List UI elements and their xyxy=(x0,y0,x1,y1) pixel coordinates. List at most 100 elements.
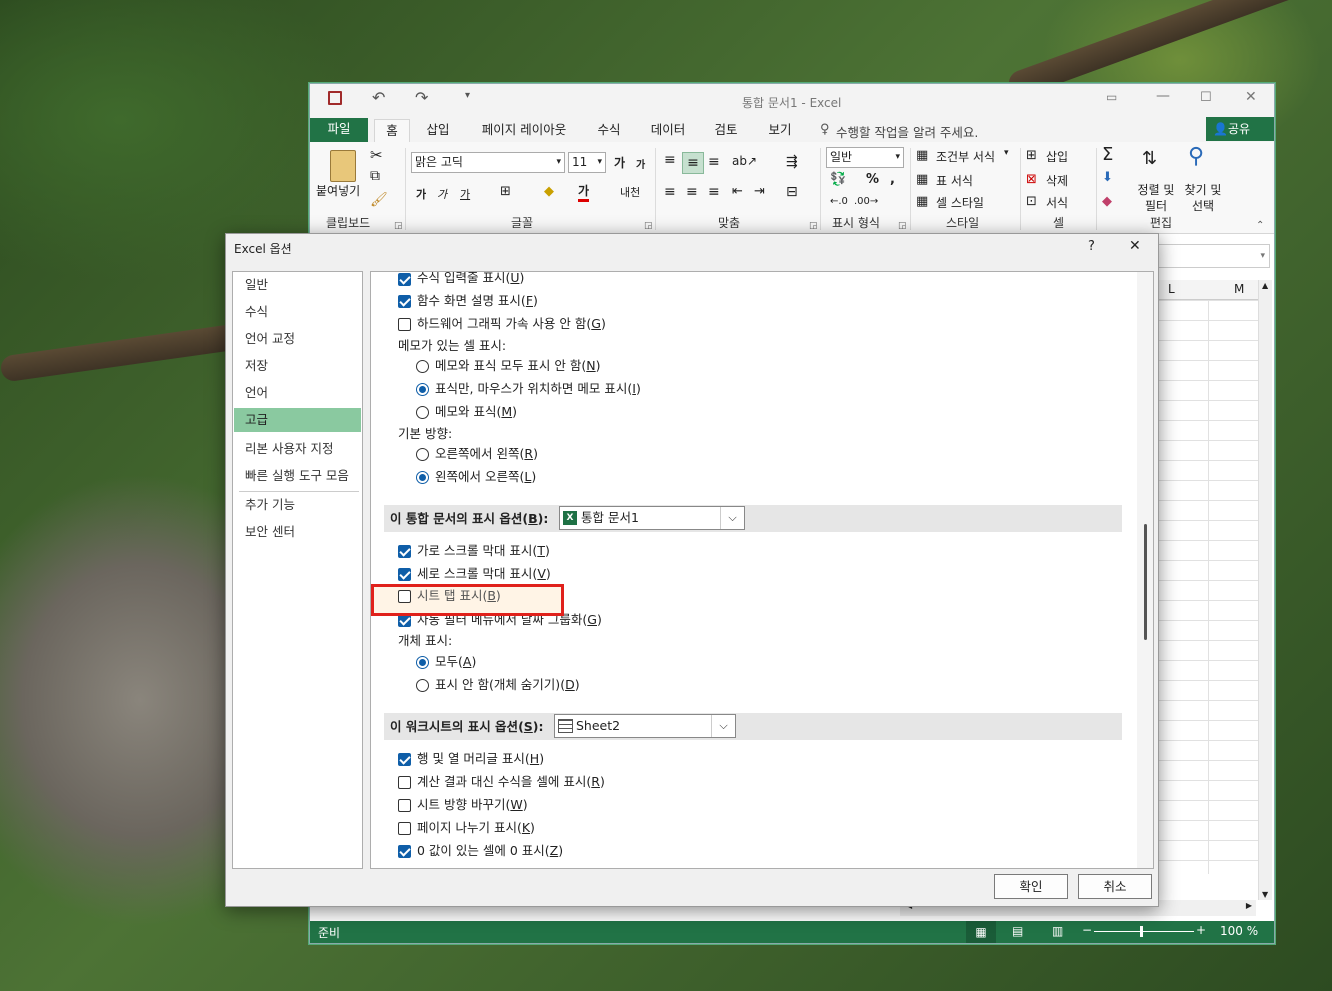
copy-icon[interactable]: ⧉ xyxy=(370,168,380,184)
maximize-icon[interactable]: ☐ xyxy=(1200,90,1212,105)
format-cells-icon[interactable]: ⊡ xyxy=(1026,194,1037,209)
tab-home[interactable]: 홈 xyxy=(374,119,410,142)
zoom-in-icon[interactable]: + xyxy=(1196,923,1206,937)
tell-me-box[interactable]: 수행할 작업을 알려 주세요. xyxy=(836,122,978,141)
column-header-m[interactable]: M xyxy=(1234,282,1244,296)
zoom-out-icon[interactable]: − xyxy=(1082,923,1092,937)
ok-button[interactable]: 확인 xyxy=(994,874,1068,899)
save-icon[interactable] xyxy=(328,91,342,105)
align-bottom-icon[interactable]: ≡ xyxy=(708,154,720,170)
ribbon-display-icon[interactable]: ▭ xyxy=(1106,90,1117,104)
search-icon[interactable]: ⚲ xyxy=(1188,144,1204,169)
normal-view-icon[interactable]: ▦ xyxy=(966,921,996,943)
underline-icon[interactable]: 가 xyxy=(460,186,470,202)
formula-bar-expand[interactable]: ▾ xyxy=(1158,244,1270,268)
radio-left-to-right[interactable] xyxy=(416,471,429,484)
scroll-down-icon[interactable]: ▼ xyxy=(1262,890,1268,899)
dialog-launcher-icon[interactable]: ◲ xyxy=(809,221,818,231)
radio-objects-all[interactable] xyxy=(416,656,429,669)
align-top-icon[interactable]: ≡ xyxy=(664,152,676,168)
radio-comments-and-indicators[interactable] xyxy=(416,406,429,419)
grow-font-icon[interactable]: 가 xyxy=(614,154,625,171)
autosum-icon[interactable]: Σ xyxy=(1102,144,1113,165)
checkbox-function-tips[interactable] xyxy=(398,295,411,308)
scroll-right-icon[interactable]: ▶ xyxy=(1246,901,1252,910)
cell-style-button[interactable]: 셀 스타일 xyxy=(936,194,984,211)
checkbox-page-breaks[interactable] xyxy=(398,822,411,835)
tab-formulas[interactable]: 수식 xyxy=(590,119,628,142)
decrease-indent-icon[interactable]: ⇤ xyxy=(732,184,743,199)
nav-item-general[interactable]: 일반 xyxy=(234,273,361,297)
nav-item-trust-center[interactable]: 보안 센터 xyxy=(234,520,361,544)
align-middle-icon[interactable]: ≡ xyxy=(682,152,704,174)
shrink-font-icon[interactable]: 가 xyxy=(636,156,645,171)
dialog-launcher-icon[interactable]: ◲ xyxy=(644,221,653,231)
scrollbar-thumb[interactable] xyxy=(1144,524,1147,640)
dialog-launcher-icon[interactable]: ◲ xyxy=(394,221,403,231)
nav-item-quick-access[interactable]: 빠른 실행 도구 모음 xyxy=(234,464,361,488)
font-name-select[interactable]: 맑은 고딕 ▾ xyxy=(411,152,565,173)
decrease-decimal-icon[interactable]: .00→ xyxy=(854,196,878,207)
increase-decimal-icon[interactable]: ←.0 xyxy=(830,196,848,207)
font-size-select[interactable]: 11 ▾ xyxy=(568,152,606,173)
bold-icon[interactable]: 가 xyxy=(416,186,426,202)
number-format-select[interactable]: 일반 ▾ xyxy=(826,147,904,168)
paste-button[interactable]: 붙여넣기 xyxy=(316,182,360,199)
nav-item-add-ins[interactable]: 추가 기능 xyxy=(234,493,361,517)
undo-icon[interactable]: ↶ xyxy=(372,88,385,107)
column-header-l[interactable]: L xyxy=(1168,282,1175,296)
tab-insert[interactable]: 삽입 xyxy=(418,119,458,142)
vertical-scrollbar[interactable]: ▲ ▼ xyxy=(1258,280,1272,900)
tab-review[interactable]: 검토 xyxy=(706,119,746,142)
sort-filter-button[interactable]: 정렬 및 필터 xyxy=(1136,182,1176,214)
worksheet-select[interactable]: Sheet2 ⌵ xyxy=(554,714,736,738)
zoom-slider-thumb[interactable] xyxy=(1140,926,1143,937)
minimize-icon[interactable]: — xyxy=(1156,88,1170,104)
tab-view[interactable]: 보기 xyxy=(760,119,800,142)
cancel-button[interactable]: 취소 xyxy=(1078,874,1152,899)
cell-style-icon[interactable]: ▦ xyxy=(916,194,928,209)
radio-no-comments[interactable] xyxy=(416,360,429,373)
align-left-icon[interactable]: ≡ xyxy=(664,184,676,200)
conditional-format-button[interactable]: 조건부 서식 xyxy=(936,148,995,165)
checkbox-show-zeros[interactable] xyxy=(398,845,411,858)
checkbox-formula-bar[interactable] xyxy=(398,273,411,286)
checkbox-sheet-tabs[interactable] xyxy=(398,590,411,603)
radio-objects-none[interactable] xyxy=(416,679,429,692)
cut-icon[interactable]: ✂ xyxy=(370,146,383,164)
merge-icon[interactable]: ⊟ xyxy=(786,184,798,200)
tab-page-layout[interactable]: 페이지 레이아웃 xyxy=(470,119,578,142)
tab-data[interactable]: 데이터 xyxy=(644,119,692,142)
checkbox-horizontal-scrollbar[interactable] xyxy=(398,545,411,558)
conditional-format-icon[interactable]: ▦ xyxy=(916,148,928,163)
font-color-icon[interactable]: 가 xyxy=(578,182,590,202)
scroll-up-icon[interactable]: ▲ xyxy=(1262,281,1268,290)
table-format-button[interactable]: 표 서식 xyxy=(936,172,973,189)
checkbox-sheet-right-to-left[interactable] xyxy=(398,799,411,812)
nav-item-advanced[interactable]: 고급 xyxy=(234,408,361,432)
checkbox-show-formulas[interactable] xyxy=(398,776,411,789)
nav-item-save[interactable]: 저장 xyxy=(234,354,361,378)
phonetic-icon[interactable]: 내천 xyxy=(620,184,640,200)
comma-icon[interactable]: , xyxy=(890,172,895,187)
insert-cells-button[interactable]: 삽입 xyxy=(1046,148,1068,165)
zoom-slider[interactable] xyxy=(1094,931,1194,932)
page-break-view-icon[interactable]: ▥ xyxy=(1052,924,1063,938)
nav-item-customize-ribbon[interactable]: 리본 사용자 지정 xyxy=(234,437,361,461)
radio-indicators-only[interactable] xyxy=(416,383,429,396)
wrap-text-icon[interactable]: ⇶ xyxy=(786,154,798,170)
checkbox-hardware-accel[interactable] xyxy=(398,318,411,331)
page-layout-view-icon[interactable]: ▤ xyxy=(1012,924,1023,938)
clear-icon[interactable]: ◆ xyxy=(1102,194,1112,209)
find-select-button[interactable]: 찾기 및 선택 xyxy=(1180,182,1226,214)
table-format-icon[interactable]: ▦ xyxy=(916,172,928,187)
redo-icon[interactable]: ↷ xyxy=(415,88,428,107)
delete-cells-button[interactable]: 삭제 xyxy=(1046,172,1068,189)
workbook-select[interactable]: X 통합 문서1 ⌵ xyxy=(559,506,745,530)
collapse-ribbon-icon[interactable]: ⌃ xyxy=(1256,220,1264,231)
share-button[interactable]: 👤 공유 xyxy=(1206,117,1274,141)
nav-item-language[interactable]: 언어 xyxy=(234,381,361,405)
fill-icon[interactable]: ⬇ xyxy=(1102,170,1113,185)
tab-file[interactable]: 파일 xyxy=(310,118,368,142)
delete-cells-icon[interactable]: ⊠ xyxy=(1026,172,1037,187)
